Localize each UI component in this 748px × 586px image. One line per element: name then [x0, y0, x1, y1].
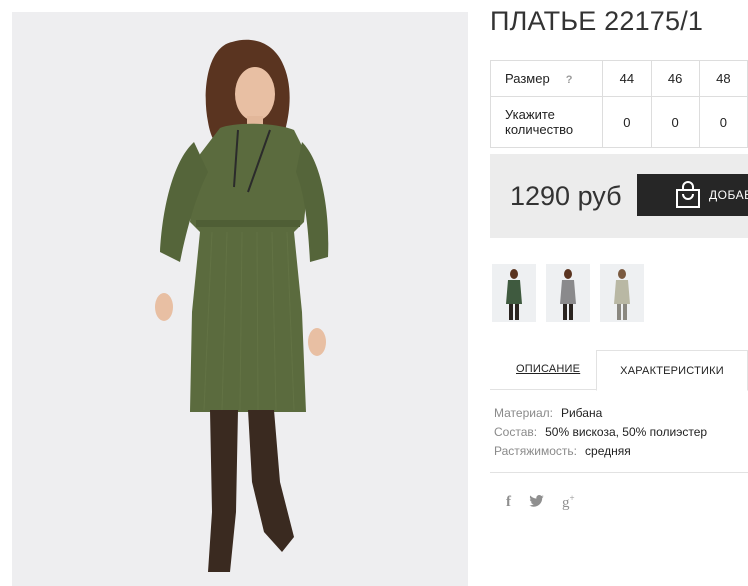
size-46: 46: [650, 60, 700, 97]
size-row: Размер? 44 46 48: [489, 60, 748, 97]
dress-thumbnail-green-icon: [506, 269, 522, 320]
characteristics-list: Материал: Рибана Состав: 50% вискоза, 50% …: [494, 404, 707, 461]
quantity-label-line2: количество: [505, 122, 574, 137]
dress-model-illustration: [12, 12, 468, 586]
characteristic-key: Состав:: [494, 425, 538, 439]
price-box: 1290 руб ДОБАВ: [490, 154, 748, 238]
twitter-bird-icon: [529, 494, 544, 507]
quantity-label-line1: Укажите: [505, 107, 555, 122]
tab-description[interactable]: ОПИСАНИЕ: [516, 363, 580, 375]
tab-characteristics[interactable]: ХАРАКТЕРИСТИКИ: [596, 350, 748, 391]
dress-thumbnail-beige-icon: [614, 269, 630, 320]
size-44: 44: [602, 60, 652, 97]
thumbnail-beige-dress[interactable]: [600, 264, 644, 322]
size-48: 48: [698, 60, 748, 97]
add-to-cart-button[interactable]: ДОБАВ: [637, 174, 748, 216]
quantity-row: Укажите количество 0 0 0: [489, 96, 748, 148]
size-label: Размер: [505, 71, 550, 86]
characteristic-row: Материал: Рибана: [494, 404, 707, 423]
shopping-bag-icon: [676, 181, 700, 208]
help-icon[interactable]: ?: [566, 74, 573, 86]
dress-thumbnail-grey-icon: [560, 269, 576, 320]
characteristic-key: Материал:: [494, 406, 553, 420]
social-share: f g+: [506, 493, 575, 512]
product-title: ПЛАТЬЕ 22175/1: [490, 6, 704, 36]
thumbnail-green-dress[interactable]: [492, 264, 536, 322]
facebook-icon[interactable]: f: [506, 494, 511, 511]
twitter-icon[interactable]: [529, 494, 544, 512]
product-price: 1290 руб: [510, 181, 622, 211]
characteristic-value: 50% вискоза, 50% полиэстер: [545, 425, 708, 439]
quantity-label-cell: Укажите количество: [489, 96, 604, 148]
quantity-input-44[interactable]: 0: [602, 96, 652, 148]
quantity-input-48[interactable]: 0: [698, 96, 748, 148]
googleplus-letter: g: [562, 495, 570, 511]
quantity-input-46[interactable]: 0: [650, 96, 700, 148]
characteristic-row: Состав: 50% вискоза, 50% полиэстер: [494, 423, 707, 442]
characteristic-key: Растяжимость:: [494, 444, 578, 458]
size-label-cell: Размер?: [489, 60, 604, 97]
size-quantity-table: Размер? 44 46 48 Укажите количество 0 0 …: [489, 60, 748, 148]
thumbnail-strip: [492, 264, 644, 322]
section-divider: [490, 472, 748, 473]
characteristic-value: Рибана: [560, 406, 603, 420]
add-to-cart-label: ДОБАВ: [709, 188, 748, 202]
product-main-photo[interactable]: [12, 12, 468, 586]
googleplus-icon[interactable]: g+: [562, 493, 575, 512]
thumbnail-grey-dress[interactable]: [546, 264, 590, 322]
googleplus-plus: +: [569, 493, 575, 503]
product-tabs: ОПИСАНИЕ ХАРАКТЕРИСТИКИ: [490, 350, 748, 391]
characteristic-value: средняя: [585, 444, 631, 458]
characteristic-row: Растяжимость: средняя: [494, 442, 707, 461]
